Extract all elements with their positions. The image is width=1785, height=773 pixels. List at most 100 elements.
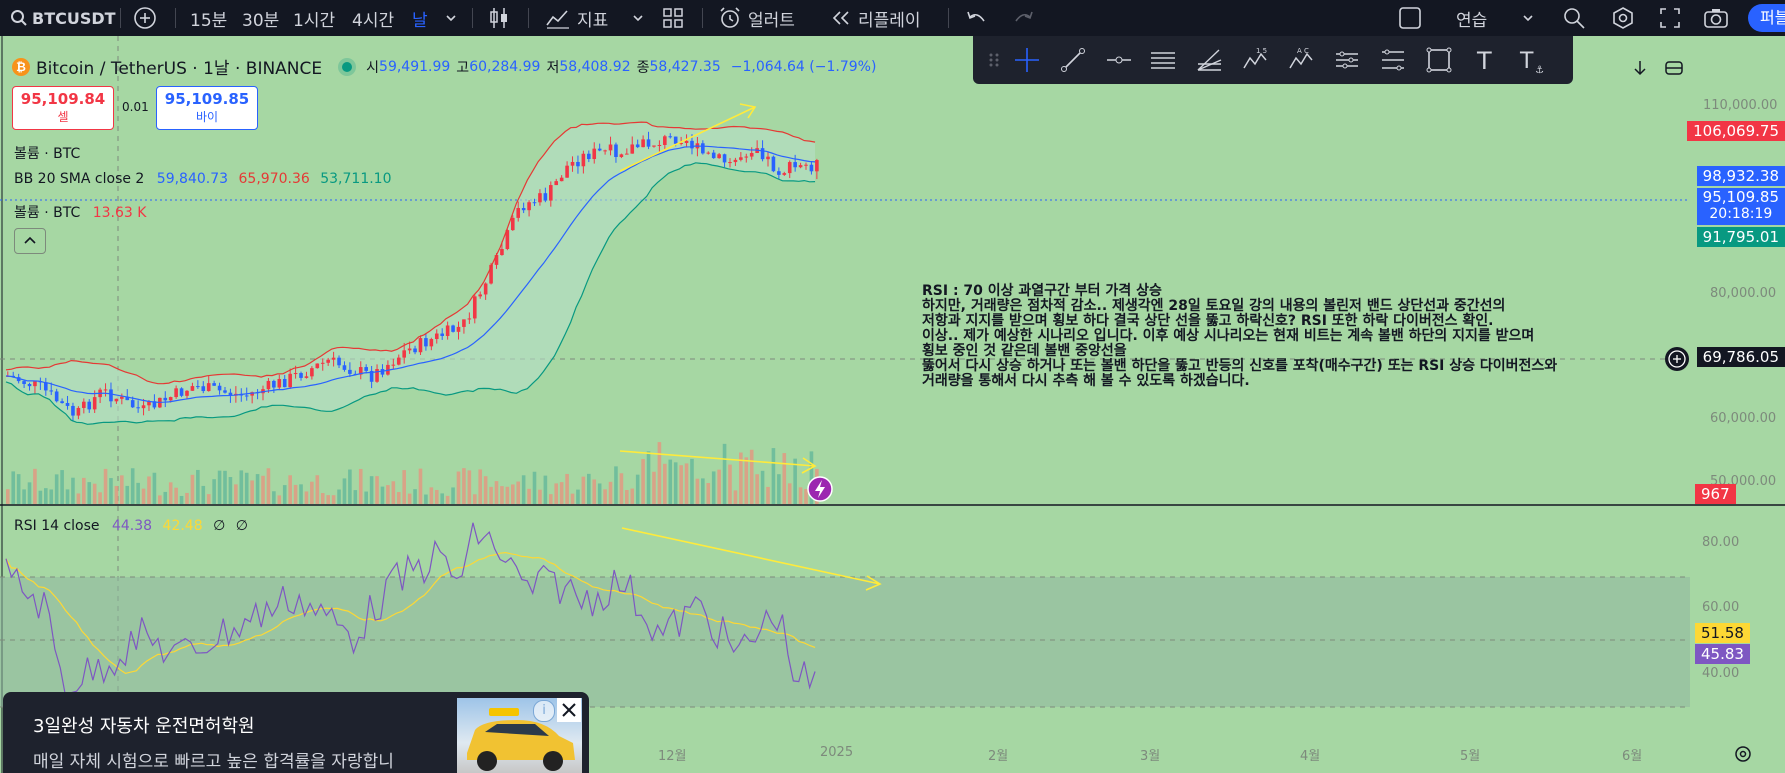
anchored-text-tool-icon[interactable]: T ⚓ [1517,46,1545,74]
horizontal-ray-tool-icon[interactable] [1105,46,1133,74]
spread-value: 0.01 [122,100,149,114]
candle-body [559,177,564,182]
ad-close-button[interactable] [557,698,581,722]
ad-banner[interactable]: 3일완성 자동차 운전면허학원 매일 자체 시험으로 빠르고 높은 합격률을 자… [3,692,589,773]
volume-bar [326,495,330,504]
add-alert-button[interactable] [1665,347,1689,371]
rsi-axis-tick: 80.00 [1702,535,1740,550]
layout-dropdown[interactable] [1522,0,1534,36]
interval-1d[interactable]: 날 [412,0,428,36]
candle-body [815,160,819,172]
candle-body [418,338,423,353]
volume-value: 13.63 K [92,205,147,221]
volume-bar [787,483,792,504]
candle-body [27,384,32,387]
settings-button[interactable] [1611,0,1635,36]
divider [472,8,473,28]
time-axis-tick: 2월 [988,749,1009,764]
layout-name[interactable]: 연습 [1456,0,1487,36]
candle-body [282,378,287,388]
candle-body [554,181,559,186]
range-tool-icon[interactable] [1379,46,1407,74]
fib-fan-tool-icon[interactable] [1195,46,1223,74]
candle-body [44,382,48,391]
volume-label: 볼륨 · BTC [14,205,81,221]
candle-body [543,193,548,201]
candle-body [597,148,602,151]
interval-1h[interactable]: 1시간 [293,0,335,36]
rectangle-tool-icon[interactable] [1425,46,1453,74]
alert-button[interactable]: 얼러트 [718,0,795,36]
price-axis-tick: 60,000.00 [1710,411,1777,426]
close-icon [562,703,576,717]
time-axis-tick: 3월 [1140,749,1161,764]
candle-body [54,391,59,402]
volume-bar [646,451,651,504]
templates-button[interactable] [663,0,683,36]
indicators-dropdown[interactable] [632,0,644,36]
volume-bar [744,457,749,504]
volume-bar [375,476,379,504]
volume-bar [82,477,86,504]
time-axis-tick: 5월 [1460,749,1481,764]
volume-bar [174,487,178,504]
volume-bar [261,475,265,504]
candle-body [217,385,222,391]
fullscreen-button[interactable] [1659,0,1681,36]
parallel-channel-tool-icon[interactable] [1149,46,1177,74]
chart-canvas[interactable] [0,36,1785,773]
candle-body [223,390,227,393]
interval-30m[interactable]: 30분 [242,0,279,36]
drag-handle-icon[interactable] [981,46,1009,74]
chart-type-button[interactable] [488,0,510,36]
sell-button[interactable]: 95,109.84 셀 [12,86,114,130]
volume-legend[interactable]: 볼륨 · BTC [14,143,80,163]
interval-15m[interactable]: 15분 [190,0,227,36]
candle-body [472,296,477,319]
candle-body [429,339,434,347]
volume-bar [760,470,765,504]
volume-bar [690,458,694,504]
quick-search-button[interactable] [1562,0,1586,36]
volume-bar [272,491,276,504]
undo-button[interactable] [965,0,987,36]
svg-text:A C: A C [1297,47,1309,55]
candle-body [293,373,298,375]
volume-legend-2[interactable]: 볼륨 · BTC 13.63 K [14,202,146,222]
buy-button[interactable]: 95,109.85 바이 [156,86,258,130]
chart-annotation[interactable]: RSI : 70 이상 과열구간 부터 가격 상승 하지만, 거래량은 점차적 … [922,284,1662,389]
bb-legend[interactable]: BB 20 SMA close 2 59,840.73 65,970.36 53… [14,171,392,187]
trend-line-tool-icon[interactable] [1059,46,1087,74]
candle-body [581,153,586,167]
replay-button[interactable]: 리플레이 [830,0,921,36]
volume-bar [179,495,184,504]
ad-info-icon[interactable]: i [533,700,555,722]
crosshair-tool-icon[interactable] [1013,46,1041,74]
compare-button[interactable] [133,0,157,36]
maximize-pane-icon[interactable] [1662,56,1686,80]
pattern-tool-icon[interactable]: 1 5 [1241,46,1269,74]
symbol-search[interactable]: BTCUSDT [10,0,116,36]
redo-button[interactable] [1013,0,1035,36]
abcd-tool-icon[interactable]: A C [1287,46,1315,74]
candle-body [527,202,531,211]
collapse-legend-button[interactable] [14,228,46,254]
layout-button[interactable] [1398,0,1422,36]
publish-button[interactable]: 퍼블 [1748,4,1785,32]
interval-dropdown[interactable] [445,0,457,36]
indicators-button[interactable]: 지표 [545,0,608,36]
volume-bar [27,482,32,504]
interval-4h[interactable]: 4시간 [352,0,394,36]
rsi-legend[interactable]: RSI 14 close 44.38 42.48 ∅ ∅ [14,518,248,534]
projection-tool-icon[interactable] [1333,46,1361,74]
volume-bar [299,484,303,504]
scroll-down-icon[interactable] [1628,56,1652,80]
chevron-down-icon [633,15,643,22]
candle-body [168,397,173,401]
candle-body [212,383,216,386]
annotation-line: 이상.. 제가 예상한 시나리오 입니다. 이후 예상 시나리오는 현재 비트는… [922,328,1535,344]
text-tool-icon[interactable]: T [1471,46,1499,74]
snapshot-button[interactable] [1703,0,1729,36]
volume-bar [212,479,216,504]
symbol-title[interactable]: Bitcoin / TetherUS · 1날 · BINANCE [36,54,322,79]
